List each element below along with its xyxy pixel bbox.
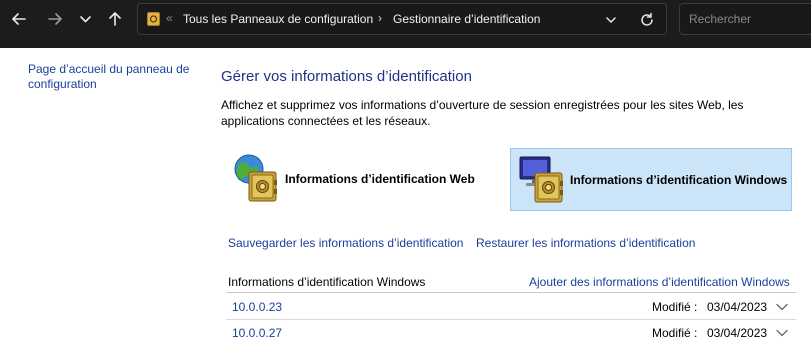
windows-credentials-label: Informations d’identification Windows <box>570 173 788 187</box>
credential-name[interactable]: 10.0.0.27 <box>232 326 282 340</box>
arrow-left-icon <box>12 13 26 25</box>
control-panel-icon <box>147 12 160 26</box>
control-panel-home-link[interactable]: Page d’accueil du panneau de configurati… <box>28 62 203 92</box>
modified-label: Modifié : <box>652 300 698 314</box>
expand-chevron-icon[interactable] <box>776 303 788 311</box>
web-credentials-label: Informations d’identification Web <box>285 172 475 186</box>
refresh-icon[interactable] <box>639 12 655 28</box>
explorer-toolbar: « Tous les Panneaux de configuration › G… <box>0 0 811 48</box>
address-bar[interactable]: « Tous les Panneaux de configuration › G… <box>137 3 667 35</box>
search-input[interactable] <box>689 11 809 27</box>
back-button[interactable] <box>5 8 33 30</box>
expand-chevron-icon[interactable] <box>776 329 788 337</box>
credential-row[interactable]: 10.0.0.27 Modifié : 03/04/2023 <box>226 320 796 346</box>
restore-credentials-link[interactable]: Restaurer les informations d’identificat… <box>476 236 695 250</box>
credential-row[interactable]: 10.0.0.23 Modifié : 03/04/2023 <box>226 294 796 320</box>
modified-date: 03/04/2023 <box>707 326 768 340</box>
arrow-up-icon <box>109 12 121 26</box>
forward-button[interactable] <box>41 8 69 30</box>
chevron-down-icon <box>79 15 91 22</box>
arrow-right-icon <box>48 13 62 25</box>
windows-credentials-vault-icon <box>519 156 563 203</box>
up-button[interactable] <box>101 8 129 30</box>
recent-locations-button[interactable] <box>71 8 99 30</box>
address-overflow[interactable]: « <box>166 11 173 25</box>
windows-credentials-tile[interactable]: Informations d’identification Windows <box>510 148 792 211</box>
page-title: Gérer vos informations d’identification <box>221 68 472 85</box>
search-box[interactable] <box>679 3 811 35</box>
address-dropdown-chevron-icon[interactable] <box>604 13 618 27</box>
section-divider <box>226 292 796 293</box>
backup-credentials-link[interactable]: Sauvegarder les informations d’identific… <box>228 236 463 250</box>
web-credentials-vault-icon <box>234 154 277 202</box>
web-credentials-tile[interactable]: Informations d’identification Web <box>225 148 505 211</box>
breadcrumb-credential-manager[interactable]: Gestionnaire d’identification <box>393 12 540 26</box>
breadcrumb-separator[interactable]: › <box>378 11 382 25</box>
credential-name[interactable]: 10.0.0.23 <box>232 300 282 314</box>
modified-label: Modifié : <box>652 326 698 340</box>
page-description: Affichez et supprimez vos informations d… <box>221 98 744 128</box>
add-windows-credential-link[interactable]: Ajouter des informations d’identificatio… <box>529 275 790 289</box>
breadcrumb-all-control-panel-items[interactable]: Tous les Panneaux de configuration <box>183 12 373 26</box>
windows-credentials-heading: Informations d’identification Windows <box>228 275 426 289</box>
modified-date: 03/04/2023 <box>707 300 768 314</box>
